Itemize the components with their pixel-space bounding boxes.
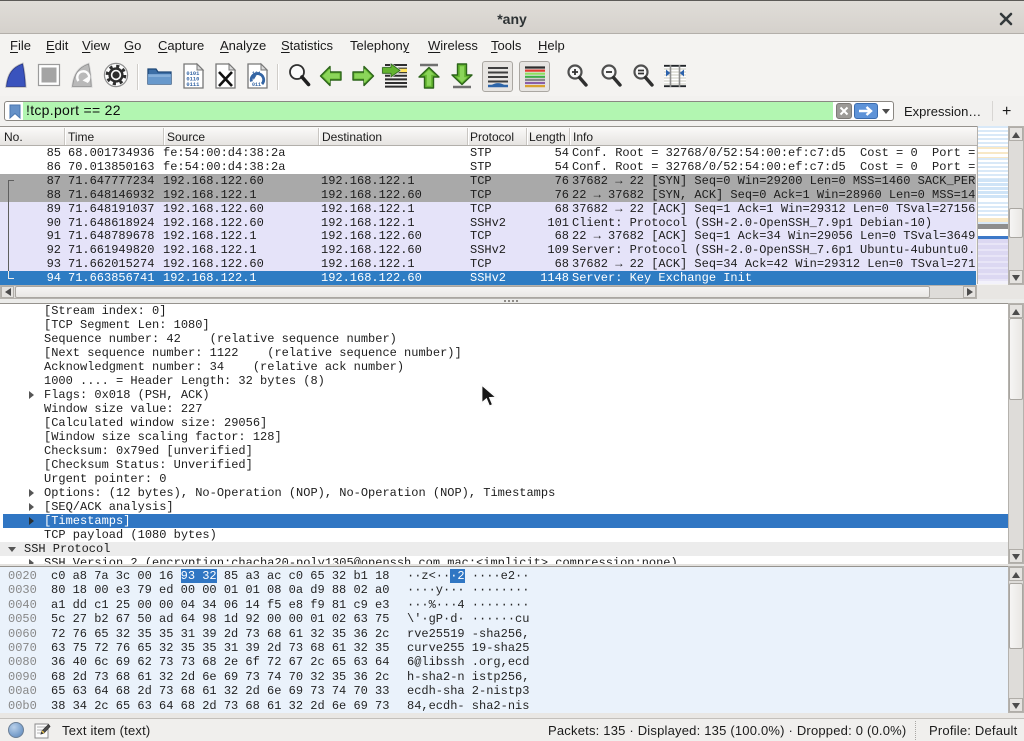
svg-text:011: 011 xyxy=(252,82,261,88)
svg-text:0111: 0111 xyxy=(186,82,199,88)
